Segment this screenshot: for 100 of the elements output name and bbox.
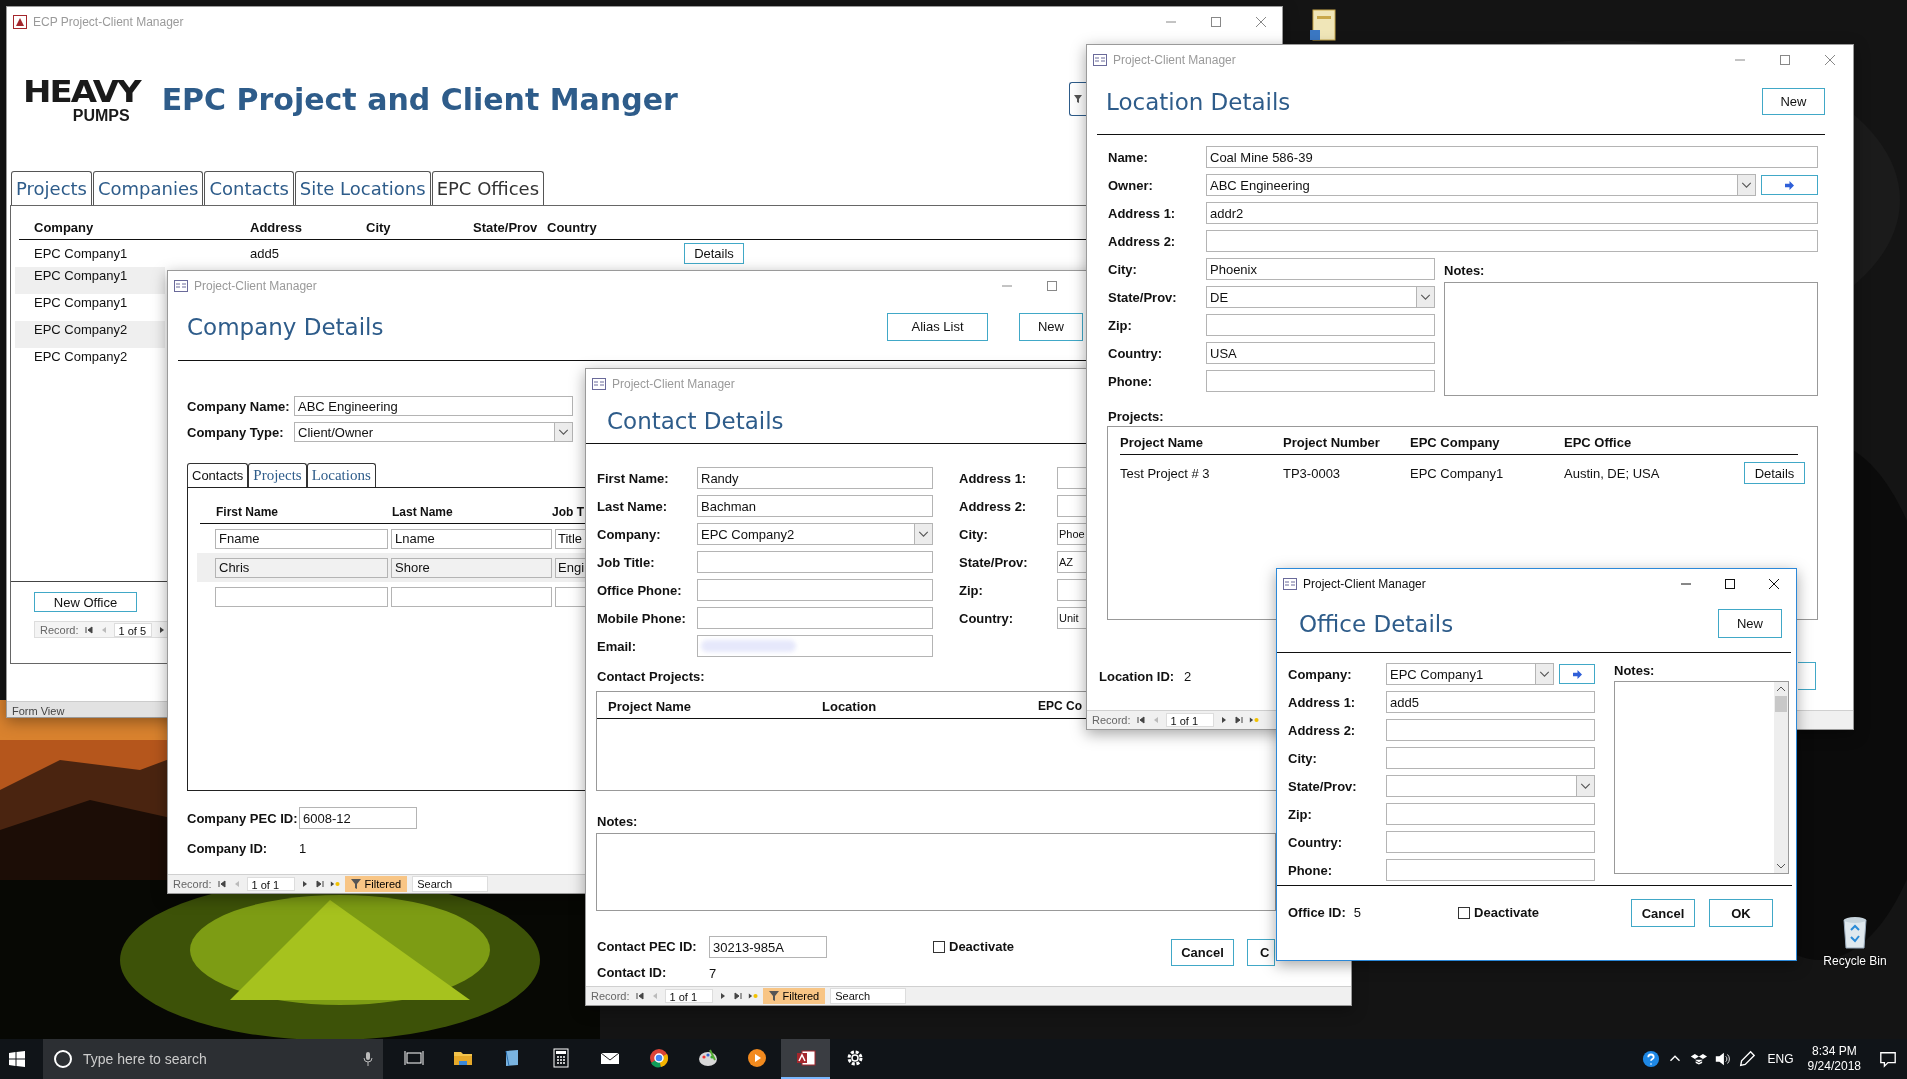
field-label: Contact ID: [597,964,668,982]
text-field[interactable]: Randy [697,467,933,489]
window-title: Project-Client Manager [1113,53,1236,67]
grid-cell[interactable]: Lname [391,528,552,549]
field-label: State/Prov: [1288,778,1358,794]
cancel-button[interactable]: Cancel [1171,939,1234,966]
field-label: City: [1108,261,1138,277]
text-field[interactable]: 6008-12 [299,807,417,829]
search-field[interactable]: Search [830,988,907,1004]
text-field[interactable]: add5 [1386,691,1595,713]
text-field[interactable]: addr2 [1206,202,1818,224]
new-button[interactable]: New [1019,312,1083,341]
tab[interactable]: Projects [248,463,307,487]
column-header: First Name [216,505,280,519]
grid-cell[interactable]: Engi [555,557,587,578]
ok-button[interactable]: C [1247,939,1275,966]
text-field[interactable]: ABC Engineering [294,396,573,416]
text-field[interactable]: USA [1206,342,1435,364]
ok-button[interactable]: OK [1709,899,1773,927]
field-label: Company Name: [187,398,291,414]
field-label: Address 2: [1108,233,1177,249]
section-label: Notes: [1444,263,1485,279]
text-field[interactable]: Unit [1057,607,1087,629]
field-label: Owner: [1108,177,1154,193]
dropdown-field[interactable]: DE [1206,286,1435,308]
new-office-button[interactable]: New Office [34,592,137,612]
text-field[interactable]: Phoenix [1206,258,1435,280]
grid-cell[interactable]: Shore [391,557,552,578]
search-field[interactable]: Type here to search [43,1039,383,1079]
dropdown-field[interactable]: EPC Company1 [1386,663,1554,685]
field-label: Zip: [1288,806,1313,822]
field-label: Office Phone: [597,582,683,598]
filter-button[interactable]: Filtered [762,988,826,1004]
field-label: Company PEC ID: [187,810,299,826]
app-heading: EPC Project and Client Manger [161,81,678,117]
text-field[interactable]: Bachman [697,495,933,517]
tab[interactable]: Locations [306,463,376,487]
tab[interactable]: Contacts [204,171,294,205]
grid-cell[interactable]: Chris [215,557,388,578]
column-header: Address [250,220,304,235]
record-label: Record: [591,990,630,1002]
tab[interactable]: EPC Offices [431,171,545,205]
table-cell: Austin, DE; USA [1564,465,1660,481]
column-header: State/Prov [473,220,539,235]
language-indicator[interactable]: ENG [1767,1052,1794,1066]
record-field[interactable]: 1 of 1 [664,989,713,1003]
tab[interactable]: Companies [92,171,204,205]
filter-button[interactable]: Filtered [344,876,408,892]
field-label: Country: [1108,345,1164,361]
new-button[interactable]: New [1718,609,1782,638]
field-label: Address 1: [1108,205,1177,221]
text-field[interactable]: Phoe [1057,523,1087,545]
id-value: 7 [709,965,717,981]
new-button[interactable]: New [1762,88,1825,115]
list-row[interactable]: EPC Company2 [15,348,165,375]
section-label: Notes: [1614,663,1655,678]
field-label: Zip: [1108,317,1133,333]
column-header: Project Number [1283,435,1381,450]
checkbox-label: Deactivate [949,938,1015,956]
clock[interactable]: 8:34 PM 9/24/2018 [1807,1044,1861,1074]
window-title: ECP Project-Client Manager [33,15,184,29]
text-field[interactable]: Coal Mine 586-39 [1206,146,1818,168]
grid-cell[interactable]: Fname [215,528,388,549]
record-field[interactable]: 1 of 1 [246,877,295,891]
list-row[interactable]: EPC Company2 [15,321,165,348]
dropdown-field[interactable]: Client/Owner [294,422,573,442]
table-cell: add5 [250,246,279,261]
status-text: Form View [12,705,65,717]
details-button[interactable]: Details [684,243,744,264]
column-header: Project Name [608,698,693,714]
grid-cell[interactable]: Title [555,528,587,549]
list-row[interactable]: EPC Company1 [15,294,165,321]
field-label: Country: [1288,834,1344,850]
alias-list-button[interactable]: Alias List [887,312,988,341]
record-field[interactable]: 1 of 5 [113,622,152,637]
field-label: State/Prov: [1108,289,1178,305]
field-label: Job Title: [597,554,656,570]
recycle-bin-label[interactable]: Recycle Bin [1823,954,1887,968]
list-row[interactable]: EPC Company1 [15,267,165,294]
text-field[interactable]: AZ [1057,551,1087,573]
tab[interactable]: Projects [11,171,92,205]
list-row[interactable]: EPC Company1 add5 Details [15,240,1075,267]
tab[interactable]: Site Locations [294,171,431,205]
clock-date: 9/24/2018 [1807,1059,1861,1074]
id-value: 2 [1184,668,1192,684]
column-header: Job T [552,505,584,519]
dropdown-field[interactable]: ABC Engineering [1206,174,1756,196]
logo-wordmark: HEAVY [23,75,140,107]
column-header: Company [34,220,95,235]
tab[interactable]: Contacts [187,463,249,487]
details-button[interactable]: Details [1744,462,1805,484]
search-field[interactable]: Search [412,876,489,892]
table-cell: Test Project # 3 [1120,465,1210,481]
cancel-button[interactable]: Cancel [1631,899,1695,927]
field-label: City: [1288,750,1318,766]
form-heading: Contact Details [607,408,784,434]
text-field[interactable]: 30213-985A [709,936,827,958]
field-label: Address 1: [1288,694,1357,710]
dropdown-field[interactable]: EPC Company2 [697,523,933,545]
record-field[interactable]: 1 of 1 [1165,713,1214,727]
